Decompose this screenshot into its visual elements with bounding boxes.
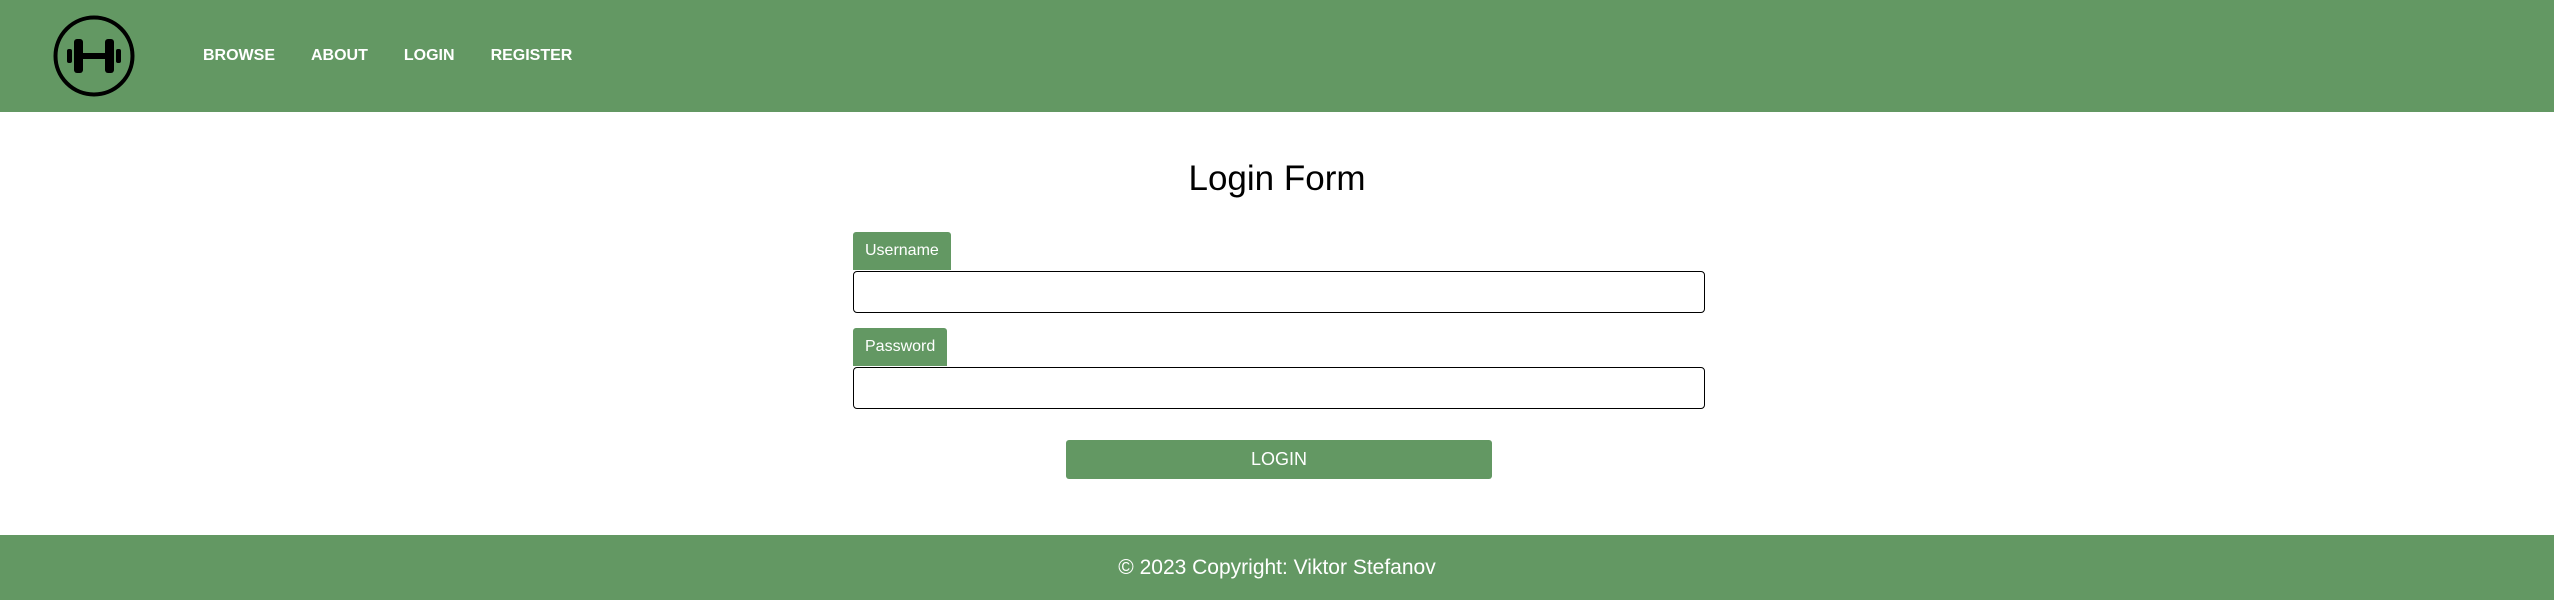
footer: © 2023 Copyright: Viktor Stefanov xyxy=(0,535,2554,600)
login-button[interactable]: LOGIN xyxy=(1066,440,1492,479)
nav-link-login[interactable]: LOGIN xyxy=(404,44,455,68)
username-field[interactable] xyxy=(853,271,1705,313)
nav-link-about[interactable]: ABOUT xyxy=(311,44,368,68)
nav-link-browse[interactable]: BROWSE xyxy=(203,44,275,68)
password-field[interactable] xyxy=(853,367,1705,409)
page-title: Login Form xyxy=(1188,159,1366,198)
navbar: BROWSE ABOUT LOGIN REGISTER xyxy=(0,0,2554,112)
password-label: Password xyxy=(853,328,948,366)
dumbbell-icon[interactable] xyxy=(53,15,135,97)
username-label: Username xyxy=(853,232,951,270)
login-form-section: Login Form Username Password LOGIN xyxy=(0,112,2554,535)
copyright-text: © 2023 Copyright: Viktor Stefanov xyxy=(1118,556,1436,579)
nav-link-register[interactable]: REGISTER xyxy=(491,44,573,68)
nav-links: BROWSE ABOUT LOGIN REGISTER xyxy=(203,44,608,68)
